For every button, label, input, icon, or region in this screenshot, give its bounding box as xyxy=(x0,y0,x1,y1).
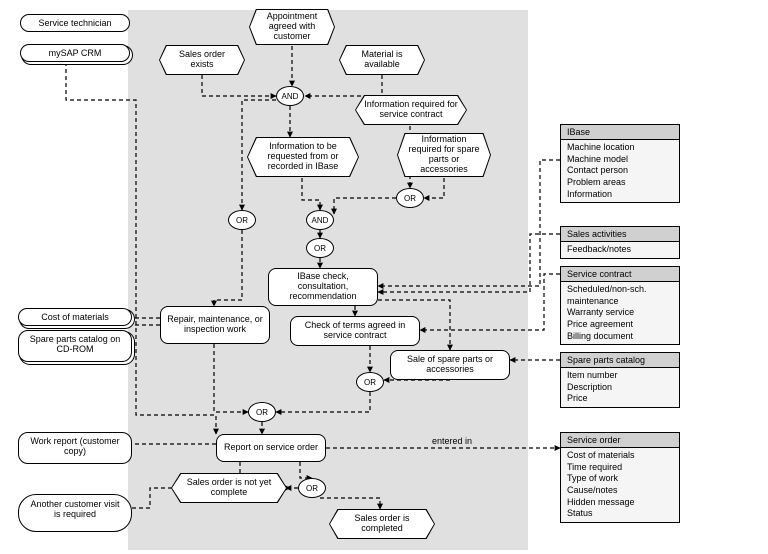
work-report: Work report (customer copy) xyxy=(18,432,132,464)
service-technician: Service technician xyxy=(20,14,130,32)
event-info-contract: Information required for service contrac… xyxy=(356,96,466,124)
another-visit-cloud: Another customer visit is required xyxy=(18,494,132,532)
list-item: Information xyxy=(567,189,673,201)
fn-repair: Repair, maintenance, or inspection work xyxy=(160,306,270,344)
sidebar-sales-activities: Sales activities Feedback/notes xyxy=(560,226,680,259)
sidebar-spare-catalog-header: Spare parts catalog xyxy=(560,352,680,368)
list-item: Cost of materials xyxy=(567,450,673,462)
connector-or-6: OR xyxy=(298,478,326,498)
mysap-crm: mySAP CRM xyxy=(20,44,130,62)
list-item: Item number xyxy=(567,370,673,382)
connector-or-2: OR xyxy=(228,210,256,230)
list-item: Feedback/notes xyxy=(567,244,673,256)
list-item: Scheduled/non-sch. maintenance xyxy=(567,284,673,307)
sidebar-sales-activities-header: Sales activities xyxy=(560,226,680,242)
list-item: Machine location xyxy=(567,142,673,154)
sidebar-service-order-body: Cost of materials Time required Type of … xyxy=(560,448,680,523)
diagram-canvas: Service technician mySAP CRM Cost of mat… xyxy=(0,0,768,554)
event-info-spare: Information required for spare parts or … xyxy=(398,134,490,176)
list-item: Price agreement xyxy=(567,319,673,331)
sidebar-service-order-header: Service order xyxy=(560,432,680,448)
list-item: Description xyxy=(567,382,673,394)
spare-parts-catalog-cd: Spare parts catalog on CD-ROM xyxy=(18,330,132,362)
sidebar-service-contract: Service contract Scheduled/non-sch. main… xyxy=(560,266,680,345)
list-item: Time required xyxy=(567,462,673,474)
list-item: Hidden message xyxy=(567,497,673,509)
sidebar-ibase-header: IBase xyxy=(560,124,680,140)
fn-report: Report on service order xyxy=(216,434,326,462)
list-item: Status xyxy=(567,508,673,520)
event-not-complete: Sales order is not yet complete xyxy=(172,474,286,502)
fn-ibase-check: IBase check, consultation, recommendatio… xyxy=(268,268,378,306)
sidebar-spare-catalog-body: Item number Description Price xyxy=(560,368,680,408)
connector-or-4: OR xyxy=(356,372,384,392)
list-item: Cause/notes xyxy=(567,485,673,497)
sidebar-ibase: IBase Machine location Machine model Con… xyxy=(560,124,680,203)
list-item: Machine model xyxy=(567,154,673,166)
sidebar-ibase-body: Machine location Machine model Contact p… xyxy=(560,140,680,203)
event-info-ibase: Information to be requested from or reco… xyxy=(248,138,358,176)
event-appointment: Appointment agreed with customer xyxy=(250,10,334,44)
cost-of-materials: Cost of materials xyxy=(18,308,132,326)
list-item: Contact person xyxy=(567,165,673,177)
list-item: Type of work xyxy=(567,473,673,485)
sidebar-spare-catalog: Spare parts catalog Item number Descript… xyxy=(560,352,680,408)
label-entered-in: entered in xyxy=(432,436,472,446)
list-item: Problem areas xyxy=(567,177,673,189)
fn-sale-spare: Sale of spare parts or accessories xyxy=(390,350,510,380)
list-item: Warranty service xyxy=(567,307,673,319)
sidebar-service-contract-header: Service contract xyxy=(560,266,680,282)
sidebar-sales-activities-body: Feedback/notes xyxy=(560,242,680,259)
fn-check-terms: Check of terms agreed in service contrac… xyxy=(290,316,420,346)
event-material-available: Material is available xyxy=(340,46,424,74)
connector-and-2: AND xyxy=(306,210,334,230)
event-sales-order-exists: Sales order exists xyxy=(160,46,244,74)
list-item: Billing document xyxy=(567,331,673,343)
connector-and-1: AND xyxy=(276,86,304,106)
list-item: Price xyxy=(567,393,673,405)
connector-or-3: OR xyxy=(306,238,334,258)
event-completed: Sales order is completed xyxy=(330,510,434,538)
sidebar-service-order: Service order Cost of materials Time req… xyxy=(560,432,680,523)
connector-or-1: OR xyxy=(396,188,424,208)
sidebar-service-contract-body: Scheduled/non-sch. maintenance Warranty … xyxy=(560,282,680,345)
connector-or-5: OR xyxy=(248,402,276,422)
